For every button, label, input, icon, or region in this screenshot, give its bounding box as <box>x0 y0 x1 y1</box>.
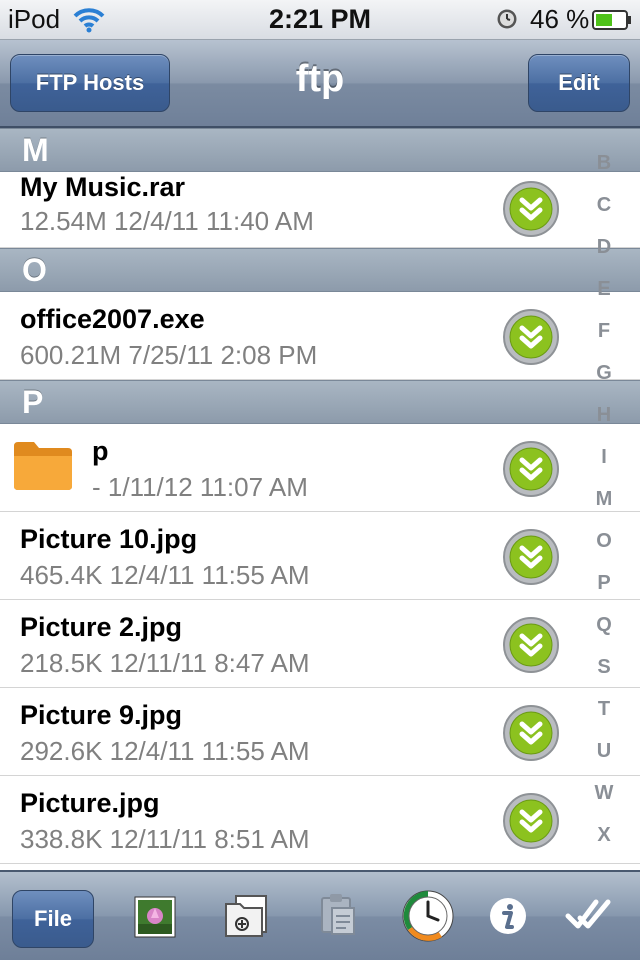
download-icon[interactable] <box>502 792 560 850</box>
list-item[interactable]: Picture 2.jpg 218.5K 12/11/11 8:47 AM <box>0 600 640 688</box>
edit-button[interactable]: Edit <box>528 54 630 112</box>
info-icon[interactable] <box>488 896 528 936</box>
index-letter[interactable]: U <box>586 736 622 778</box>
list-item[interactable]: Picture.jpg 338.8K 12/11/11 8:51 AM <box>0 776 640 864</box>
file-meta: 338.8K 12/11/11 8:51 AM <box>20 824 310 854</box>
list-item[interactable]: office2007.exe 600.21M 7/25/11 2:08 PM <box>0 292 640 380</box>
file-meta: 218.5K 12/11/11 8:47 AM <box>20 648 310 678</box>
new-folder-icon[interactable] <box>222 892 270 940</box>
index-letter[interactable]: P <box>586 568 622 610</box>
battery-icon <box>592 10 631 30</box>
folder-icon <box>14 442 72 490</box>
list-item[interactable]: Picture 9.jpg 292.6K 12/4/11 11:55 AM <box>0 688 640 776</box>
download-icon[interactable] <box>502 180 560 238</box>
navigation-bar: FTP Hosts ftp Edit <box>0 40 640 128</box>
index-letter[interactable]: O <box>586 526 622 568</box>
index-letter[interactable]: S <box>586 652 622 694</box>
download-icon[interactable] <box>502 704 560 762</box>
download-icon[interactable] <box>502 616 560 674</box>
file-meta: 292.6K 12/4/11 11:55 AM <box>20 736 310 766</box>
file-meta: 600.21M 7/25/11 2:08 PM <box>20 340 318 370</box>
download-icon[interactable] <box>502 308 560 366</box>
select-checkmark-icon[interactable] <box>564 896 612 936</box>
index-letter[interactable]: C <box>586 190 622 232</box>
index-letter[interactable]: Q <box>586 610 622 652</box>
file-name: Picture 10.jpg <box>20 524 198 554</box>
section-header-p: P <box>0 380 640 424</box>
index-letter[interactable]: I <box>586 442 622 484</box>
index-letter[interactable]: H <box>586 400 622 442</box>
file-name: Picture 9.jpg <box>20 700 183 730</box>
file-button[interactable]: File <box>12 890 94 948</box>
file-meta: 12.54M 12/4/11 11:40 AM <box>20 206 314 236</box>
list-item[interactable]: Picture 10.jpg 465.4K 12/4/11 11:55 AM <box>0 512 640 600</box>
paste-icon[interactable] <box>318 892 358 936</box>
list-item[interactable]: p - 1/11/12 11:07 AM <box>0 424 640 512</box>
status-bar: iPod 2:21 PM 46 % <box>0 0 640 40</box>
file-list[interactable]: M My Music.rar 12.54M 12/4/11 11:40 AM O… <box>0 128 640 870</box>
index-letter[interactable]: W <box>586 778 622 820</box>
download-icon[interactable] <box>502 528 560 586</box>
section-header-o: O <box>0 248 640 292</box>
section-index[interactable]: B C D E F G H I M O P Q S T U W X <box>586 148 622 862</box>
file-name: office2007.exe <box>20 304 205 334</box>
file-meta: 465.4K 12/4/11 11:55 AM <box>20 560 310 590</box>
history-clock-icon[interactable] <box>402 890 454 942</box>
section-header-m: M <box>0 128 640 172</box>
battery-percent: 46 % <box>530 4 590 34</box>
index-letter[interactable]: D <box>586 232 622 274</box>
list-item[interactable]: My Music.rar 12.54M 12/4/11 11:40 AM <box>0 172 640 248</box>
file-name: p <box>92 436 109 466</box>
alarm-clock-icon <box>497 9 517 29</box>
index-letter[interactable]: F <box>586 316 622 358</box>
index-letter[interactable]: G <box>586 358 622 400</box>
photo-icon[interactable] <box>134 896 176 938</box>
index-letter[interactable]: T <box>586 694 622 736</box>
index-letter[interactable]: E <box>586 274 622 316</box>
index-letter[interactable]: M <box>586 484 622 526</box>
file-name: Picture.jpg <box>20 788 160 818</box>
index-letter[interactable]: X <box>586 820 622 862</box>
bottom-toolbar: File <box>0 870 640 960</box>
index-letter[interactable]: B <box>586 148 622 190</box>
file-name: Picture 2.jpg <box>20 612 183 642</box>
file-meta: - 1/11/12 11:07 AM <box>92 472 308 502</box>
download-icon[interactable] <box>502 440 560 498</box>
file-name: My Music.rar <box>20 172 186 202</box>
